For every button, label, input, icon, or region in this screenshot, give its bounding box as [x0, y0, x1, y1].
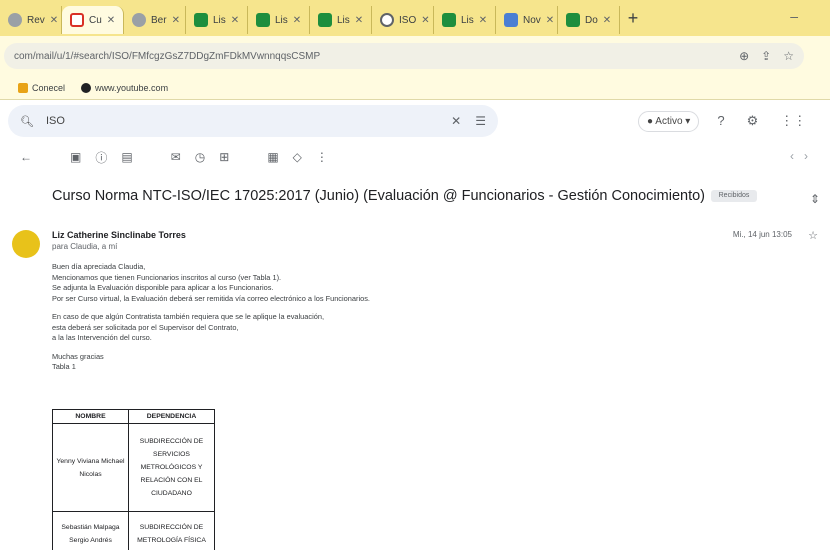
teams-icon: [256, 13, 270, 27]
body-line: Se adjunta la Evaluación disponible para…: [52, 283, 274, 292]
close-icon[interactable]: ✕: [50, 15, 58, 26]
url-text[interactable]: com/mail/u/1/#search/ISO/FMfcgzGsZ7DDgZm…: [14, 51, 727, 62]
email-date: Mi., 14 jun 13:05: [732, 230, 792, 239]
bookmark-youtube[interactable]: www.youtube.com: [81, 82, 168, 93]
browser-tab[interactable]: Nov ✕: [496, 6, 558, 34]
table-cell-name: Yenny Viviana Michael Nicolas: [52, 423, 129, 512]
expand-icon[interactable]: ⇕: [810, 192, 820, 206]
close-icon[interactable]: ✕: [546, 15, 554, 26]
browser-tab-strip: Rev ✕ Cu ✕ Ber ✕ Lis ✕ Lis ✕ Lis ✕ ISO ✕ Lis ✕ N…: [0, 0, 830, 36]
body-line: Buen día apreciada Claudia,: [52, 262, 146, 271]
teams-icon: [194, 13, 208, 27]
address-bar-row: com/mail/u/1/#search/ISO/FMfcgzGsZ7DDgZm…: [0, 36, 830, 76]
address-bar[interactable]: com/mail/u/1/#search/ISO/FMfcgzGsZ7DDgZm…: [4, 43, 804, 69]
browser-tab[interactable]: ISO ✕: [372, 6, 434, 34]
email-subject: Curso Norma NTC-ISO/IEC 17025:2017 (Juni…: [52, 188, 757, 204]
browser-tab[interactable]: Ber ✕: [124, 6, 186, 34]
new-tab-button[interactable]: +: [620, 8, 646, 29]
close-icon[interactable]: ✕: [107, 15, 115, 26]
share-icon[interactable]: ⇪: [761, 49, 771, 63]
body-line: Tabla 1: [52, 362, 76, 371]
move-to-icon[interactable]: ▦: [267, 150, 278, 164]
status-dropdown[interactable]: ● Activo ▾: [638, 110, 700, 132]
bookmarks-bar: Conecel www.youtube.com: [0, 76, 830, 100]
body-line: En caso de que algún Contratista también…: [52, 312, 324, 321]
close-icon[interactable]: ✕: [231, 15, 239, 26]
minimize-icon[interactable]: –: [790, 8, 816, 24]
participants-table: NOMBRE DEPENDENCIA Yenny Viviana Michael…: [52, 409, 215, 550]
snooze-icon[interactable]: ◷: [195, 150, 205, 164]
recipients[interactable]: para Claudia, a mí: [52, 242, 117, 251]
table-header-row: NOMBRE DEPENDENCIA: [52, 409, 215, 424]
archive-icon[interactable]: ▣: [70, 150, 81, 164]
table-header: DEPENDENCIA: [128, 409, 215, 424]
message-toolbar: ← ▣ ⓘ ▤ ✉ ◷ ⊞ ▦ ◇ ⋮ ‹›: [0, 143, 830, 171]
help-icon[interactable]: ?: [717, 113, 724, 129]
globe-icon: [380, 13, 394, 27]
close-icon[interactable]: ✕: [293, 15, 301, 26]
browser-tab[interactable]: Do ✕: [558, 6, 620, 34]
zoom-icon[interactable]: ⊕: [739, 49, 749, 63]
table-row: Sebastián Malpaga Sergio Andrés SUBDIREC…: [52, 511, 215, 550]
apps-grid-icon[interactable]: ⋮⋮: [780, 113, 806, 129]
table-cell-dependency: SUBDIRECCIÓN DE METROLOGÍA FÍSICA: [128, 511, 215, 550]
report-spam-icon[interactable]: ⓘ: [95, 149, 107, 166]
avatar[interactable]: [12, 230, 40, 258]
search-input[interactable]: 🔍︎ ISO ✕ ☰: [8, 105, 498, 137]
add-task-icon[interactable]: ⊞: [219, 150, 229, 164]
body-line: Muchas gracias: [52, 351, 104, 361]
bookmark-star-icon[interactable]: ☆: [783, 49, 794, 63]
mark-unread-icon[interactable]: ✉: [171, 150, 181, 164]
close-icon[interactable]: ✕: [421, 15, 429, 26]
body-line: Por ser Curso virtual, la Evaluación deb…: [52, 293, 370, 303]
table-cell-name: Sebastián Malpaga Sergio Andrés: [52, 511, 129, 550]
person-icon: [132, 13, 146, 27]
teams-icon: [442, 13, 456, 27]
person-icon: [8, 13, 22, 27]
gmail-icon: [70, 13, 84, 27]
teams-icon: [318, 13, 332, 27]
close-icon[interactable]: ✕: [479, 15, 487, 26]
filter-icon[interactable]: ☰: [475, 114, 486, 128]
browser-tab[interactable]: Lis ✕: [186, 6, 248, 34]
teams-icon: [566, 13, 580, 27]
clear-search-icon[interactable]: ✕: [451, 114, 461, 128]
delete-icon[interactable]: ▤: [121, 150, 132, 164]
bookmark-icon: [18, 82, 28, 93]
browser-tab[interactable]: Lis ✕: [310, 6, 372, 34]
close-icon[interactable]: ✕: [355, 15, 363, 26]
browser-tab-active[interactable]: Cu ✕: [62, 6, 124, 34]
table-cell-dependency: SUBDIRECCIÓN DE SERVICIOS METROLÓGICOS Y…: [128, 423, 215, 512]
label-icon[interactable]: ◇: [293, 150, 302, 164]
sender-name[interactable]: Liz Catherine Sinclinabe Torres: [52, 230, 186, 240]
star-icon[interactable]: ☆: [808, 229, 818, 242]
body-line: esta deberá ser solicitada por el Superv…: [52, 322, 239, 332]
settings-gear-icon[interactable]: ⚙: [747, 113, 759, 129]
browser-tab[interactable]: Lis ✕: [434, 6, 496, 34]
search-query[interactable]: ISO: [46, 115, 437, 127]
close-icon[interactable]: ✕: [603, 15, 611, 26]
email-body: Buen día apreciada Claudia, Mencionamos …: [52, 262, 592, 373]
pagination-arrows-icon[interactable]: ‹›: [790, 149, 818, 163]
bookmark-conecel[interactable]: Conecel: [18, 82, 65, 93]
back-arrow-icon[interactable]: ←: [20, 150, 32, 164]
search-icon[interactable]: 🔍︎: [20, 115, 34, 128]
gmail-header: 🔍︎ ISO ✕ ☰ ● Activo ▾ ? ⚙ ⋮⋮: [0, 101, 830, 141]
table-header: NOMBRE: [52, 409, 129, 424]
more-options-icon[interactable]: ⋮: [316, 150, 328, 164]
close-icon[interactable]: ✕: [172, 15, 180, 26]
browser-tab[interactable]: Rev ✕: [0, 6, 62, 34]
body-line: a la las Intervención del curso.: [52, 333, 152, 342]
inbox-label-chip[interactable]: Recibidos: [711, 190, 757, 203]
table-row: Yenny Viviana Michael Nicolas SUBDIRECCI…: [52, 423, 215, 512]
browser-tab[interactable]: Lis ✕: [248, 6, 310, 34]
doc-icon: [504, 13, 518, 27]
globe-icon: [81, 82, 92, 93]
body-line: Mencionamos que tienen Funcionarios insc…: [52, 272, 282, 282]
